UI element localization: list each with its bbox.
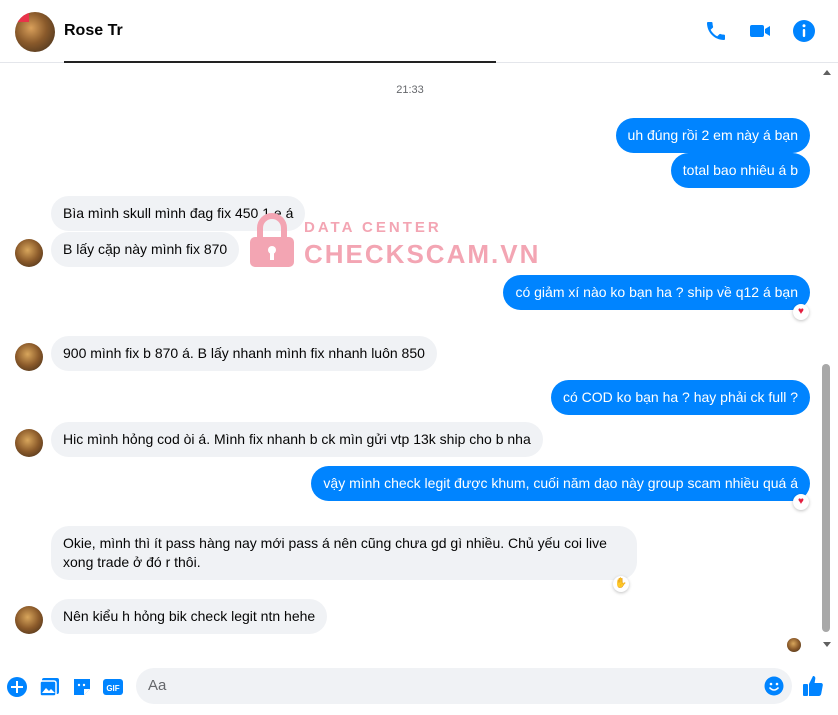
emoji-icon[interactable]: [764, 676, 784, 696]
sender-avatar: [15, 239, 43, 267]
message-incoming[interactable]: Hic mình hỏng cod òi á. Mình fix nhanh b…: [51, 422, 543, 457]
message-outgoing[interactable]: có giảm xí nào ko bạn ha ? ship về q12 á…: [503, 275, 810, 310]
gif-icon[interactable]: GIF: [102, 676, 124, 698]
message-incoming[interactable]: Okie, mình thì ít pass hàng nay mới pass…: [51, 526, 637, 580]
phone-icon[interactable]: [704, 19, 728, 43]
message-input-placeholder: Aa: [148, 677, 167, 694]
message-list[interactable]: 21:33 uh đúng rồi 2 em này á bạn total b…: [0, 61, 838, 656]
chat-header: Rose Tr: [0, 0, 838, 63]
heart-reaction-icon[interactable]: ♥: [793, 304, 809, 320]
sticker-icon[interactable]: [71, 676, 93, 698]
video-icon[interactable]: [748, 19, 772, 43]
sender-avatar: [15, 606, 43, 634]
seen-avatar: [787, 638, 801, 652]
ok-hand-reaction-icon[interactable]: ✋: [613, 576, 629, 592]
heart-reaction-icon[interactable]: ♥: [793, 494, 809, 510]
message-outgoing[interactable]: vậy mình check legit được khum, cuối năm…: [311, 466, 810, 501]
message-incoming[interactable]: Bìa mình skull mình đag fix 450 1 e á: [51, 196, 306, 231]
plus-icon[interactable]: [6, 676, 28, 698]
like-icon[interactable]: [801, 674, 825, 698]
scroll-down-arrow-icon[interactable]: [823, 642, 831, 647]
message-outgoing[interactable]: có COD ko bạn ha ? hay phải ck full ?: [550, 380, 810, 415]
message-outgoing[interactable]: uh đúng rồi 2 em này á bạn: [615, 118, 810, 153]
message-incoming[interactable]: 900 mình fix b 870 á. B lấy nhanh mình f…: [51, 336, 437, 371]
sender-avatar: [15, 429, 43, 457]
scrollbar[interactable]: [820, 64, 834, 656]
message-composer: GIF Aa: [0, 657, 838, 715]
scrollbar-thumb[interactable]: [822, 364, 830, 632]
gif-label: GIF: [106, 684, 119, 693]
timestamp: 21:33: [396, 84, 424, 96]
info-icon[interactable]: [792, 19, 816, 43]
message-outgoing[interactable]: total bao nhiêu á b: [670, 153, 810, 188]
contact-name[interactable]: Rose Tr: [64, 22, 123, 40]
scroll-up-arrow-icon[interactable]: [823, 70, 831, 75]
clipped-message-edge: [64, 61, 496, 63]
message-input[interactable]: Aa: [136, 668, 792, 704]
message-incoming[interactable]: B lấy cặp này mình fix 870: [51, 232, 240, 267]
sender-avatar: [15, 343, 43, 371]
message-incoming[interactable]: Nên kiểu h hỏng bik check legit ntn hehe: [51, 599, 328, 634]
contact-avatar[interactable]: [15, 12, 55, 52]
image-icon[interactable]: [39, 676, 61, 698]
